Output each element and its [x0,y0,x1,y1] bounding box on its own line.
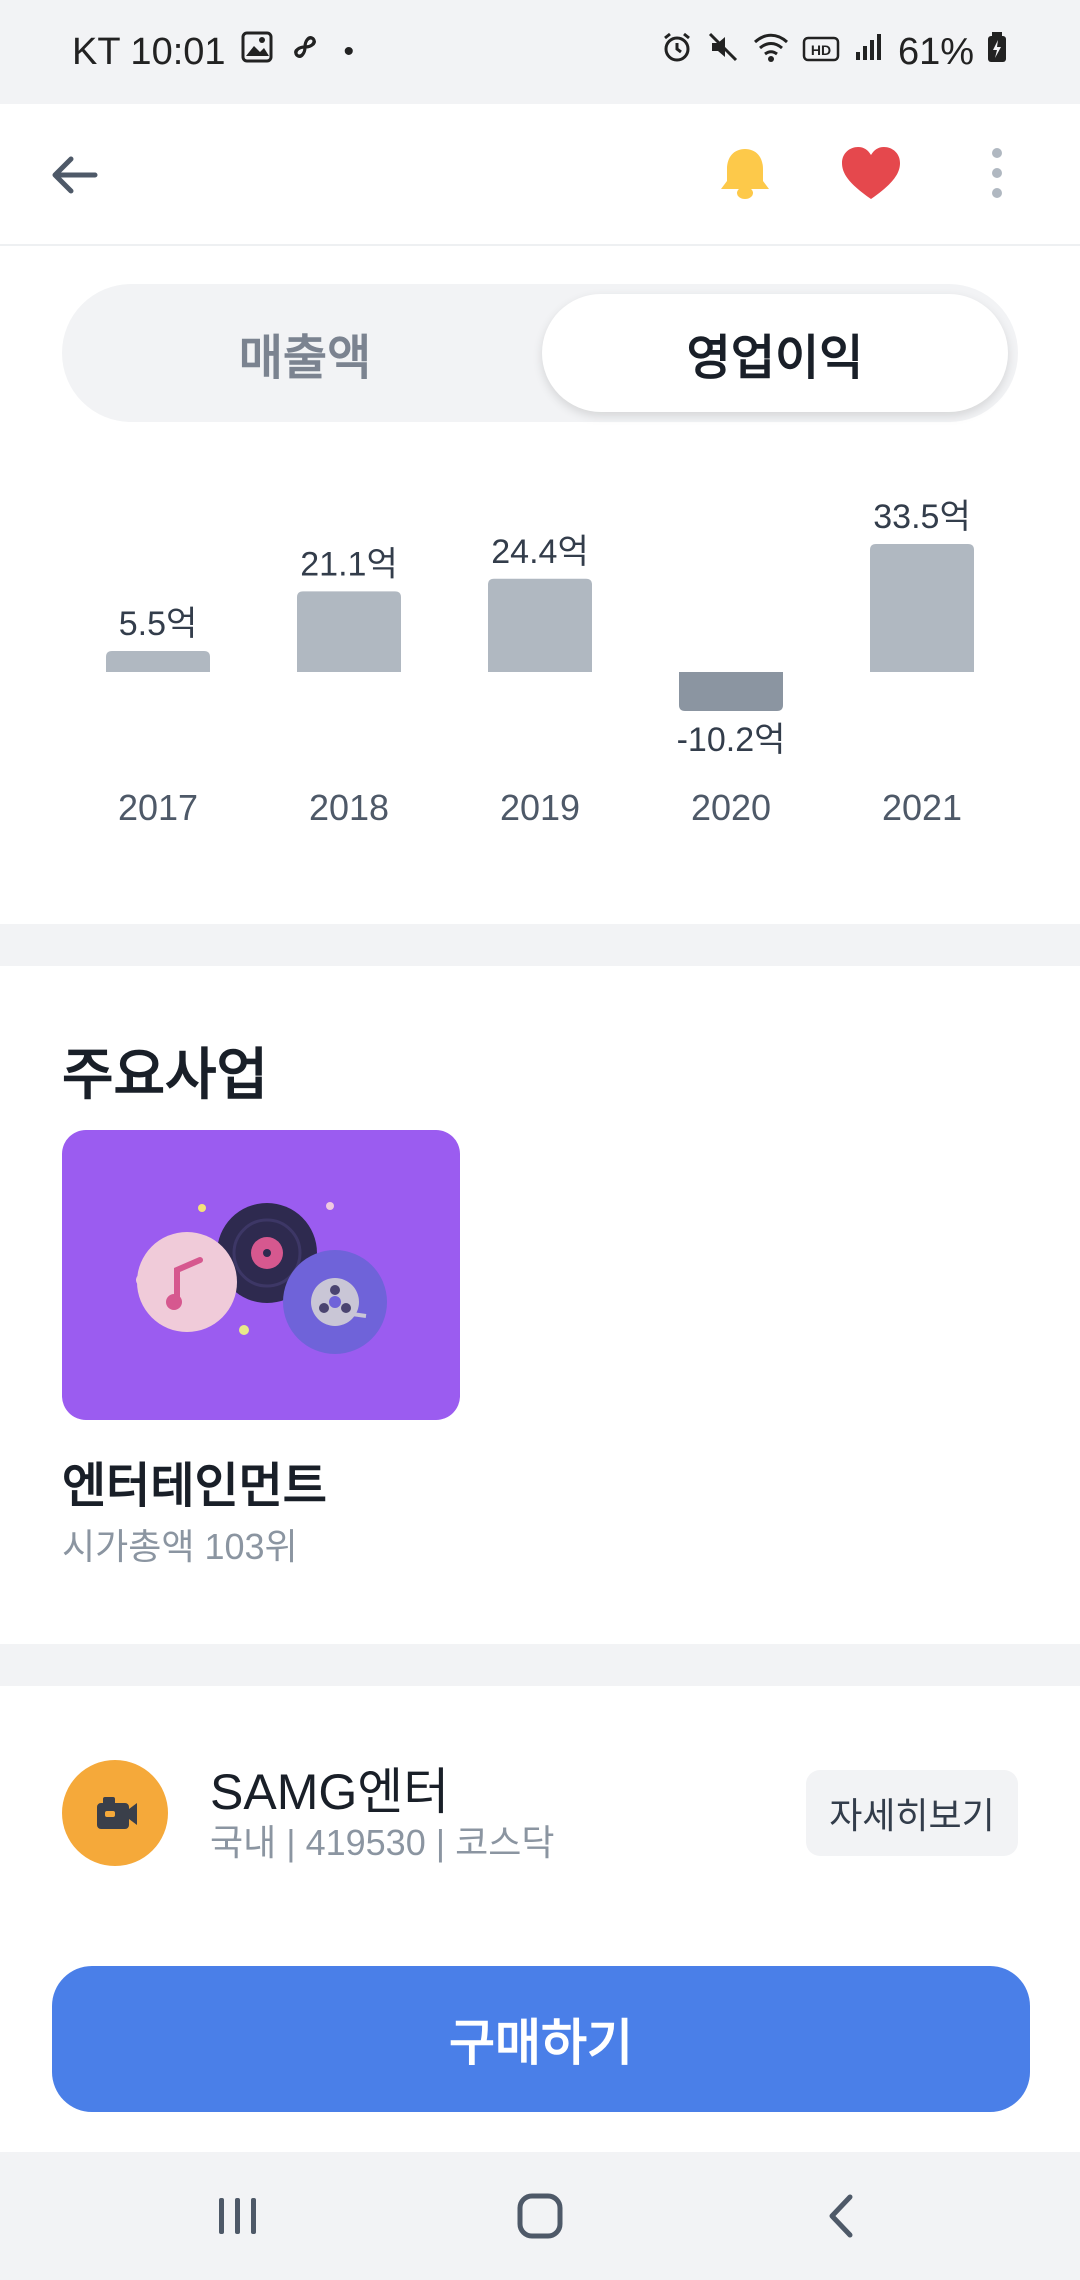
wifi-icon [752,30,790,74]
chart-bar-2021 [870,544,974,672]
chart-x-tick-2020: 2020 [691,787,771,828]
recent-apps-icon[interactable] [188,2176,288,2256]
operating-profit-chart: 5.5억 2017 21.1억 2018 24.4억 2019 -10.2억 2020 33.5… [106,498,974,828]
battery-icon [986,30,1008,74]
mute-icon [706,30,740,74]
app-bar [0,104,1080,246]
home-icon[interactable] [490,2176,590,2256]
system-nav-bar [0,2152,1080,2280]
tab-revenue[interactable]: 매출액 [72,294,538,412]
chart-bar-2019 [488,578,592,672]
dot-icon: • [343,35,355,68]
arrow-left-icon[interactable] [40,140,110,210]
gallery-icon [240,30,274,74]
chart-x-tick-2019: 2019 [500,787,580,828]
chart-bar-2018 [297,591,401,672]
pinwheel-icon [288,30,322,74]
chart-data-label-2017: 5.5억 [119,605,198,643]
more-vertical-icon[interactable] [962,138,1032,208]
business-section-title: 주요사업 [62,1043,269,1106]
metric-tabs: 매출액 영업이익 [62,284,1018,422]
heart-icon[interactable] [836,138,906,208]
chart-x-tick-2017: 2017 [118,787,198,828]
chart-x-tick-2021: 2021 [882,787,962,828]
chart-data-label-2020: -10.2억 [677,721,786,759]
carrier-time: KT 10:01 [72,30,226,73]
view-details-button[interactable]: 자세히보기 [806,1770,1018,1856]
tab-operating-profit[interactable]: 영업이익 [542,294,1008,412]
status-right: HD 61% [660,30,1008,74]
chart-data-label-2019: 24.4억 [491,533,588,571]
section-divider [0,924,1080,966]
status-bar: KT 10:01 • HD 61% [0,0,1080,104]
business-card[interactable] [62,1130,460,1420]
camera-icon [97,1797,137,1829]
entertainment-illustration-icon [136,1202,387,1354]
alarm-icon [660,30,694,74]
section-divider [0,1644,1080,1686]
chart-bar-2020 [679,672,783,711]
hd-icon: HD [802,31,840,74]
chart-x-tick-2018: 2018 [309,787,389,828]
svg-text:HD: HD [811,42,831,58]
status-left: KT 10:01 • [72,30,354,74]
bell-icon[interactable] [710,138,780,208]
battery-text: 61% [897,30,974,73]
back-chevron-icon[interactable] [792,2176,892,2256]
signal-icon [852,30,886,74]
chart-data-label-2018: 21.1억 [300,545,397,583]
company-meta: 국내 | 419530 | 코스닥 [210,1822,555,1863]
business-item-name: 엔터테인먼트 [62,1460,327,1513]
business-item-rank: 시가총액 103위 [62,1526,298,1567]
chart-bar-2017 [106,650,210,672]
company-logo [62,1760,168,1866]
chart-data-label-2021: 33.5억 [873,498,970,536]
buy-button[interactable]: 구매하기 [52,1966,1030,2112]
